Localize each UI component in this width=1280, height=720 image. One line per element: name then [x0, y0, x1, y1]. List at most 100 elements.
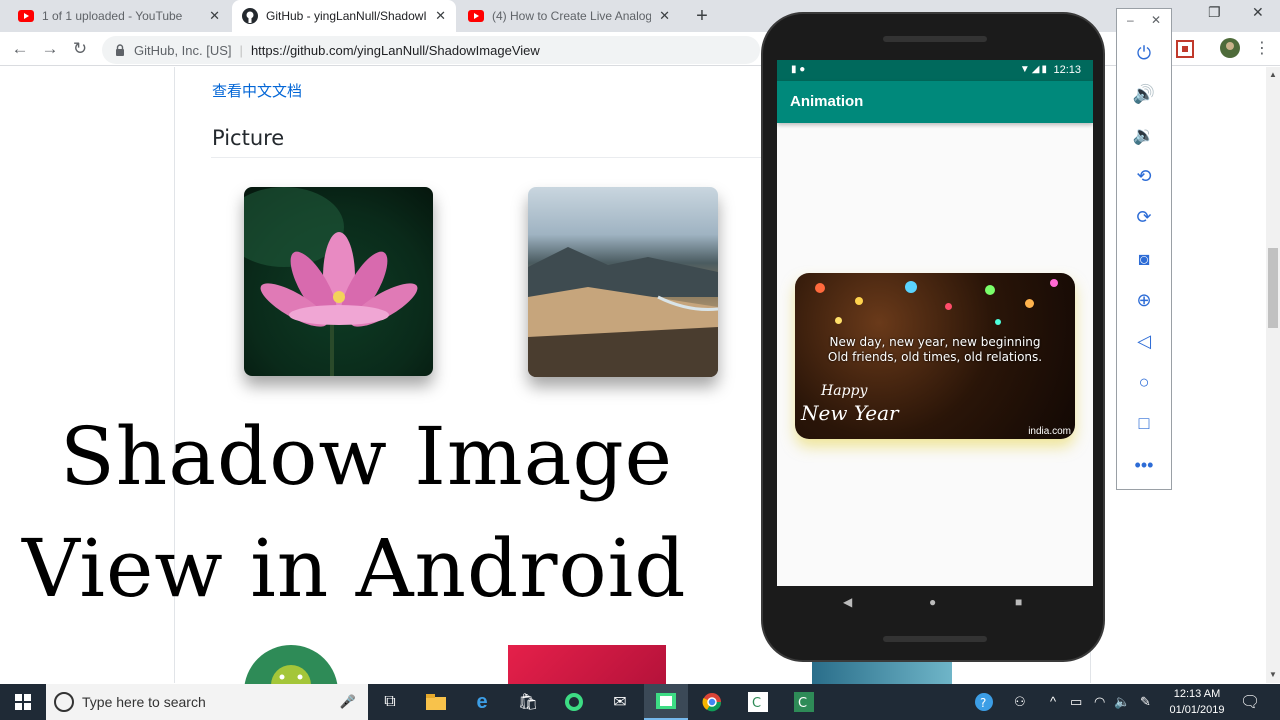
extension-icon[interactable]	[1176, 40, 1194, 63]
section-heading: Picture	[212, 126, 285, 150]
close-panel-icon[interactable]: ✕	[1151, 13, 1161, 27]
app-title: Animation	[790, 93, 864, 110]
restore-window-icon[interactable]: ❐	[1208, 4, 1221, 21]
nav-home-icon[interactable]: ●	[929, 595, 936, 609]
menu-kebab-icon[interactable]: ⋮	[1254, 38, 1270, 58]
camera-icon[interactable]: ◙	[1117, 249, 1171, 270]
profile-avatar[interactable]	[1220, 38, 1240, 63]
pen-icon[interactable]: ✎	[1140, 694, 1151, 710]
brand-watermark: india.com	[1028, 426, 1071, 437]
site-identity: GitHub, Inc. [US]	[134, 42, 232, 58]
new-year-script-text: New Year	[801, 401, 899, 425]
home-icon[interactable]: ○	[1117, 372, 1171, 393]
tab-title: GitHub - yingLanNull/ShadowIm	[266, 9, 428, 23]
rotate-right-icon[interactable]: ⟳	[1117, 207, 1171, 228]
back-icon[interactable]: ◁	[1117, 331, 1171, 352]
red-image-tile	[508, 645, 666, 685]
address-bar[interactable]: GitHub, Inc. [US] | https://github.com/y…	[102, 36, 760, 64]
taskbar-search-box[interactable]: Type here to search 🎤	[46, 684, 368, 720]
show-hidden-icons[interactable]: ^	[1050, 694, 1056, 709]
scroll-down-arrow-icon[interactable]: ▼	[1266, 670, 1280, 679]
help-icon[interactable]: ?	[974, 692, 994, 715]
emulator-screen[interactable]: ▮ ● ▼◢▮ 12:13 Animation New day, new yea…	[777, 60, 1093, 586]
greeting-line-2: Old friends, old times, old relations.	[827, 350, 1043, 364]
volume-down-icon[interactable]: 🔉	[1117, 125, 1171, 146]
nav-recents-icon[interactable]: ■	[1015, 595, 1022, 609]
lock-icon	[116, 44, 124, 56]
signal-battery-icons: ▼◢▮	[1019, 64, 1049, 75]
tab-youtube-upload[interactable]: 1 of 1 uploaded - YouTube ✕	[8, 0, 230, 32]
tab-github[interactable]: GitHub - yingLanNull/ShadowIm ✕	[232, 0, 456, 32]
emulator-taskbar-icon[interactable]	[644, 684, 688, 720]
file-explorer-icon[interactable]	[414, 684, 458, 720]
camtasia-recorder-icon[interactable]: C	[782, 684, 826, 720]
volume-up-icon[interactable]: 🔊	[1117, 84, 1171, 105]
chrome-icon[interactable]	[690, 684, 734, 720]
mail-icon[interactable]: ✉	[598, 684, 642, 720]
svg-text:?: ?	[980, 696, 986, 710]
earpiece-speaker	[883, 36, 987, 42]
heading-divider	[211, 157, 771, 158]
clock-time: 12:13 AM	[1173, 688, 1221, 700]
windows-logo-icon	[15, 694, 31, 710]
wifi-icon[interactable]: ◠	[1094, 694, 1105, 710]
svg-text:C: C	[798, 696, 807, 711]
system-clock[interactable]: 12:13 AM 01/01/2019	[1162, 686, 1232, 718]
action-center-icon[interactable]: 🗨	[1240, 692, 1260, 712]
zoom-icon[interactable]: ⊕	[1117, 290, 1171, 311]
url-text: https://github.com/yingLanNull/ShadowIma…	[250, 42, 540, 58]
android-studio-icon[interactable]	[552, 684, 596, 720]
battery-icon[interactable]: ▭	[1070, 694, 1082, 710]
youtube-icon	[18, 8, 34, 24]
reload-icon[interactable]: ↻	[70, 39, 90, 59]
app-bar: Animation	[777, 81, 1093, 123]
microphone-icon[interactable]: 🎤	[340, 694, 356, 710]
close-tab-icon[interactable]: ✕	[209, 8, 220, 24]
overview-icon[interactable]: □	[1117, 413, 1171, 434]
title-overlay-line2: View in Android	[22, 522, 687, 615]
rotate-left-icon[interactable]: ⟲	[1117, 166, 1171, 187]
edge-browser-icon[interactable]: e	[460, 684, 504, 720]
windows-start-button[interactable]	[0, 684, 46, 720]
bottom-speaker	[883, 636, 987, 642]
volume-icon[interactable]: 🔈	[1114, 694, 1130, 710]
search-placeholder: Type here to search	[82, 694, 206, 710]
store-icon[interactable]: 🛍	[506, 684, 550, 720]
youtube-icon	[468, 8, 484, 24]
happy-script-text: Happy	[821, 383, 868, 399]
landscape-image	[528, 187, 718, 377]
back-arrow-icon[interactable]: ←	[10, 39, 30, 59]
notification-icons: ▮ ●	[791, 64, 806, 75]
more-icon[interactable]: •••	[1117, 455, 1171, 476]
page-scrollbar[interactable]	[1266, 67, 1280, 683]
windows-taskbar: Type here to search 🎤 ⧉ e 🛍 ✉ C C ? ⚇ ^ …	[0, 684, 1280, 720]
screen-root: 1 of 1 uploaded - YouTube ✕ GitHub - yin…	[0, 0, 1280, 720]
nav-back-icon[interactable]: ◀	[843, 595, 852, 609]
forward-arrow-icon[interactable]: →	[40, 39, 60, 59]
title-overlay-line1: Shadow Image	[60, 410, 674, 503]
shadow-image-card[interactable]: New day, new year, new beginning Old fri…	[795, 273, 1075, 439]
greeting-line-1: New day, new year, new beginning	[829, 335, 1041, 349]
status-bar: ▮ ● ▼◢▮ 12:13	[777, 60, 1093, 81]
task-view-icon[interactable]: ⧉	[368, 684, 412, 720]
svg-text:C: C	[752, 696, 761, 711]
lotus-image	[244, 187, 433, 376]
tab-youtube-analog-clock[interactable]: (4) How to Create Live Analog Cl ✕	[458, 0, 680, 32]
minimize-panel-icon[interactable]: –	[1127, 13, 1134, 27]
chinese-doc-link[interactable]: 查看中文文档	[212, 80, 302, 101]
status-time: 12:13	[1053, 64, 1081, 76]
clock-date: 01/01/2019	[1169, 704, 1225, 716]
power-icon[interactable]: ⏻	[1117, 43, 1171, 64]
close-tab-icon[interactable]: ✕	[659, 8, 670, 24]
github-icon	[242, 8, 258, 24]
new-tab-button[interactable]: +	[692, 4, 712, 28]
emulator-control-panel: – ✕ ⏻ 🔊 🔉 ⟲ ⟳ ◙ ⊕ ◁ ○ □ •••	[1116, 8, 1172, 490]
tab-title: 1 of 1 uploaded - YouTube	[42, 9, 183, 23]
scrollbar-thumb[interactable]	[1268, 248, 1278, 328]
scroll-up-arrow-icon[interactable]: ▲	[1266, 70, 1280, 79]
tab-title: (4) How to Create Live Analog Cl	[492, 9, 652, 23]
close-window-icon[interactable]: ✕	[1252, 4, 1264, 21]
people-icon[interactable]: ⚇	[1014, 694, 1026, 710]
close-tab-icon[interactable]: ✕	[435, 8, 446, 24]
camtasia-icon[interactable]: C	[736, 684, 780, 720]
